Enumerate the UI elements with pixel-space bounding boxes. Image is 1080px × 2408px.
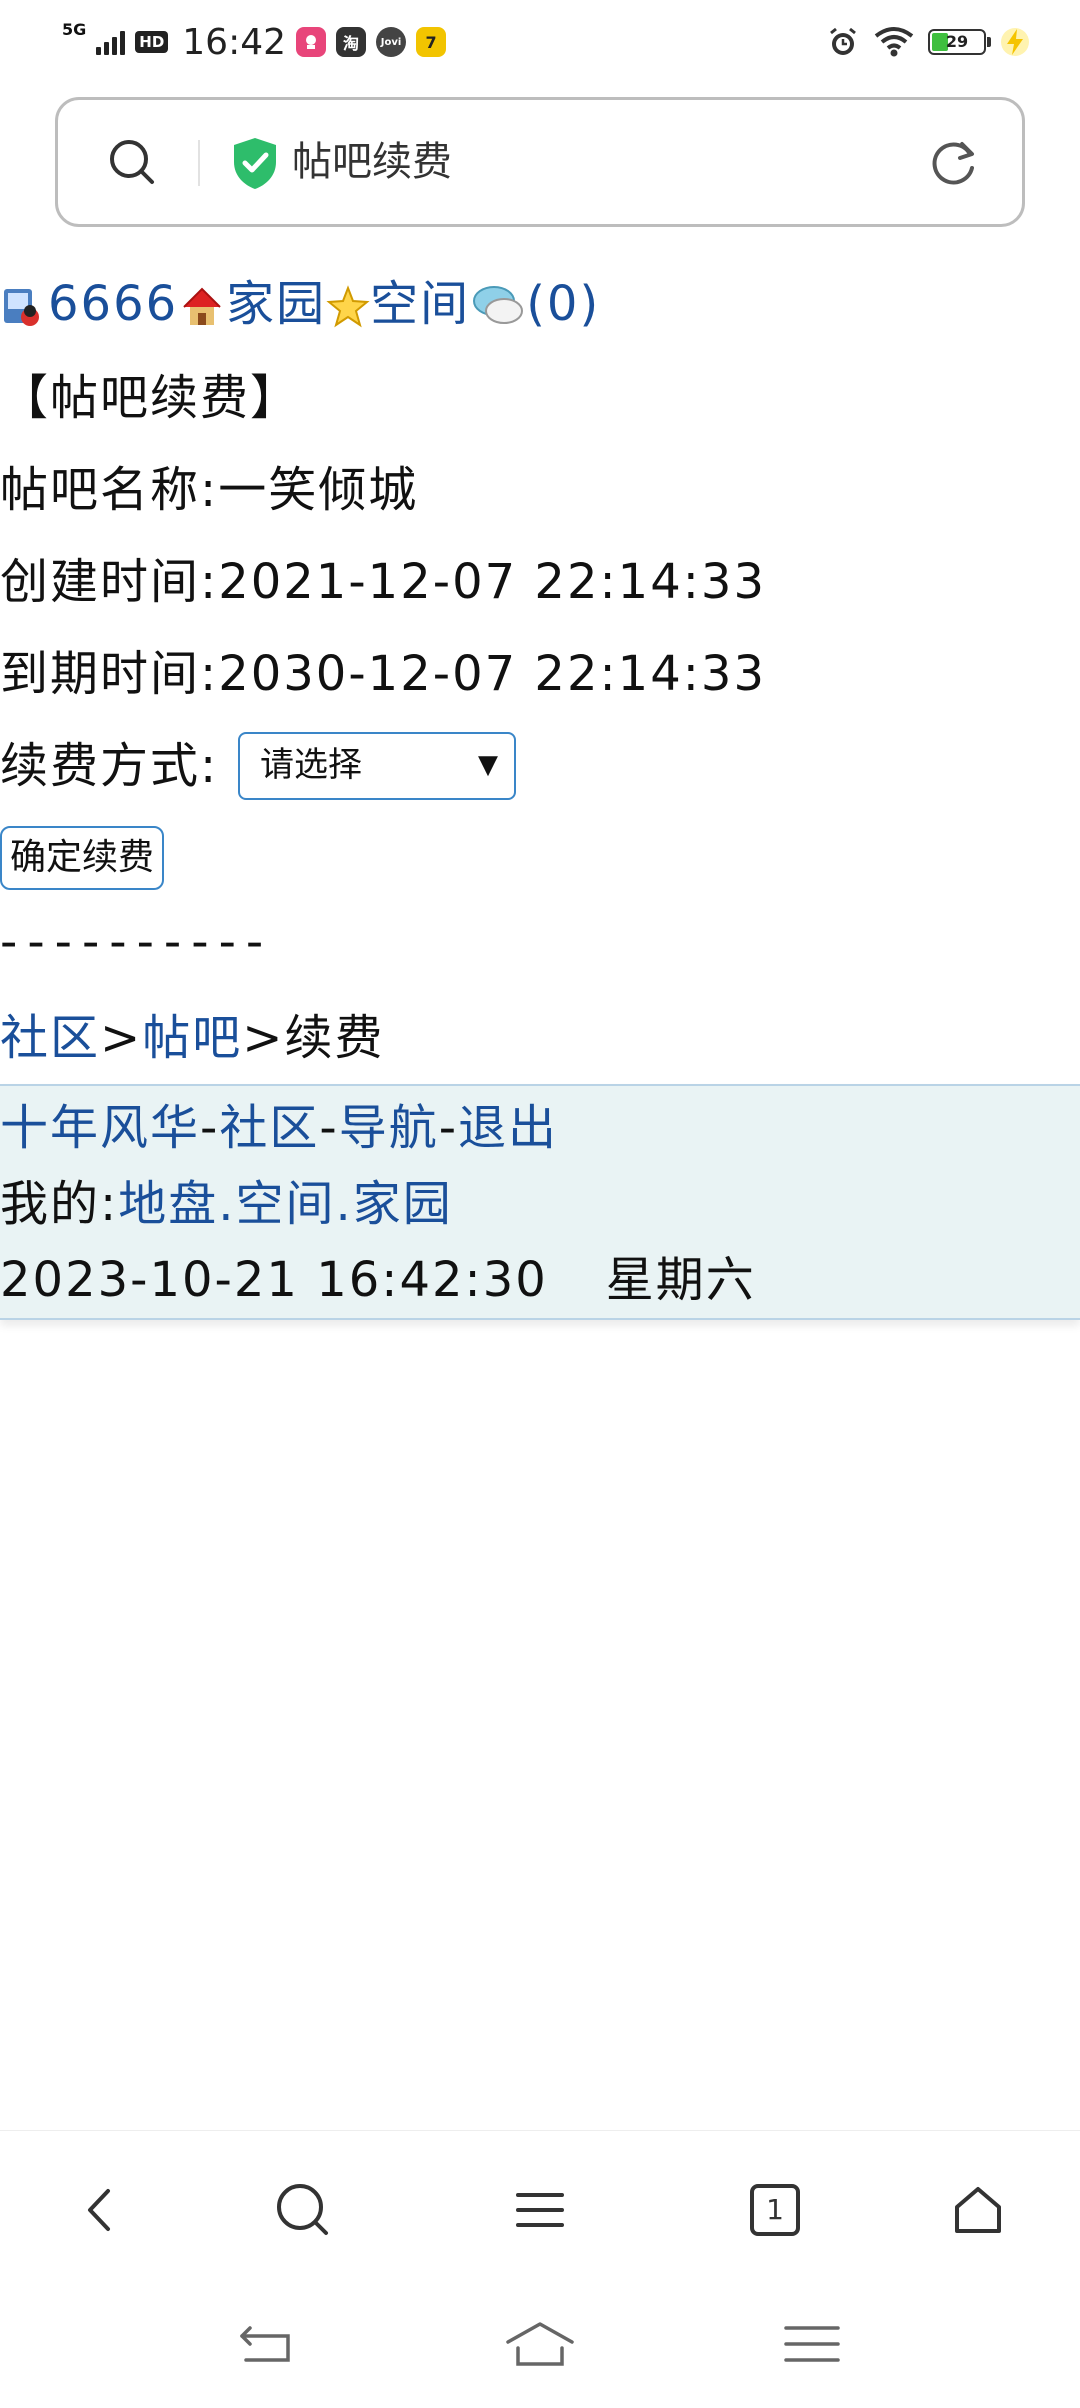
breadcrumb-current: 续费 (284, 1010, 385, 1066)
status-bar: 5G HD 16:42 淘 Jovi 7 29 (0, 0, 1080, 86)
wifi-icon (874, 27, 914, 57)
tieba-name-row: 帖吧名称:一笑倾城 (0, 458, 418, 522)
system-menu-icon[interactable] (772, 2316, 852, 2372)
footer-weekday: 星期六 (605, 1252, 756, 1308)
status-time: 16:42 (182, 21, 287, 63)
breadcrumb-separator: > (242, 1010, 285, 1066)
created-row: 创建时间:2021-12-07 22:14:33 (0, 550, 766, 614)
footer-datetime: 2023-10-21 16:42:30 (0, 1252, 548, 1308)
shield-check-icon (234, 138, 276, 189)
renew-method-select[interactable]: 请选择 ▼ (238, 732, 516, 800)
tab-count: 1 (766, 2193, 784, 2226)
footer-dash: - (438, 1100, 459, 1156)
created-value: 2021-12-07 22:14:33 (218, 554, 766, 610)
search-icon[interactable] (268, 2175, 338, 2245)
battery-icon: 29 (928, 29, 991, 55)
star-icon (326, 285, 370, 328)
site-footer: 十年风华-社区-导航-退出 我的:地盘.空间.家园 2023-10-21 16:… (0, 1084, 1080, 1320)
footer-dot: . (335, 1176, 353, 1232)
expires-row: 到期时间:2030-12-07 22:14:33 (0, 642, 766, 706)
chat-bubble-icon (473, 286, 524, 324)
footer-site-link[interactable]: 十年风华 (0, 1100, 200, 1156)
dropdown-arrow-icon: ▼ (478, 750, 498, 780)
top-nav: 6666 家园 空间 (0) (0, 272, 600, 336)
jovi-icon: Jovi (376, 27, 407, 57)
system-back-icon[interactable] (228, 2316, 308, 2372)
address-bar[interactable]: 帖吧续费 (55, 97, 1025, 227)
footer-territory-link[interactable]: 地盘 (118, 1176, 218, 1232)
created-label: 创建时间: (0, 554, 219, 610)
footer-nav: 十年风华-社区-导航-退出 (0, 1096, 558, 1160)
footer-home-link[interactable]: 家园 (353, 1176, 453, 1232)
footer-logout-link[interactable]: 退出 (458, 1100, 558, 1156)
signal-icon (96, 29, 126, 55)
messages-link[interactable]: (0) (526, 276, 600, 332)
footer-datetime-row: 2023-10-21 16:42:30 星期六 (0, 1248, 756, 1312)
address-separator (198, 140, 200, 186)
footer-mine-label: 我的: (0, 1176, 119, 1232)
hd-badge: HD (135, 31, 169, 53)
footer-space-link[interactable]: 空间 (235, 1176, 335, 1232)
footer-dash: - (319, 1100, 339, 1156)
status-right: 29 (826, 22, 1030, 62)
alarm-icon (830, 27, 856, 55)
home-icon (183, 287, 221, 325)
expires-label: 到期时间: (0, 646, 219, 702)
status-left: 5G HD 16:42 淘 Jovi 7 (62, 18, 447, 66)
system-nav-bar (0, 2290, 1080, 2408)
system-home-icon[interactable] (500, 2316, 580, 2372)
page-heading: 【帖吧续费】 (0, 370, 301, 426)
app-yellow-icon: 7 (416, 27, 447, 57)
footer-dash: - (200, 1100, 220, 1156)
tabs-button[interactable]: 1 (740, 2175, 810, 2245)
reload-icon[interactable] (926, 136, 980, 190)
tieba-name-label: 帖吧名称: (0, 462, 219, 518)
footer-dot: . (218, 1176, 236, 1232)
space-link[interactable]: 空间 (370, 276, 470, 332)
search-icon[interactable] (106, 136, 158, 188)
breadcrumb-community[interactable]: 社区 (0, 1010, 100, 1066)
battery-level: 29 (945, 32, 969, 51)
taobao-icon: 淘 (336, 27, 367, 57)
user-link[interactable]: 6666 (48, 276, 178, 332)
breadcrumb-tieba[interactable]: 帖吧 (142, 1010, 242, 1066)
renew-method-selected: 请选择 (260, 745, 362, 785)
home-link[interactable]: 家园 (226, 276, 326, 332)
tieba-name-value: 一笑倾城 (218, 462, 419, 518)
breadcrumb: 社区>帖吧>续费 (0, 1006, 384, 1070)
charging-icon (1001, 28, 1029, 56)
footer-nav-link[interactable]: 导航 (339, 1100, 439, 1156)
address-title[interactable]: 帖吧续费 (292, 134, 452, 190)
confirm-renew-button[interactable]: 确定续费 (0, 826, 165, 890)
home-icon[interactable] (943, 2175, 1013, 2245)
browser-toolbar: 1 (0, 2130, 1080, 2291)
divider: ---------- (0, 914, 274, 970)
breadcrumb-separator: > (100, 1010, 143, 1066)
menu-icon[interactable] (505, 2175, 575, 2245)
footer-mine: 我的:地盘.空间.家园 (0, 1172, 453, 1236)
user-avatar-icon (4, 289, 39, 326)
app-notification-icon (296, 27, 327, 57)
network-type: 5G (62, 20, 87, 39)
back-icon[interactable] (66, 2175, 136, 2245)
expires-value: 2030-12-07 22:14:33 (218, 646, 766, 702)
renew-method-label: 续费方式: (0, 738, 219, 794)
footer-community-link[interactable]: 社区 (219, 1100, 319, 1156)
